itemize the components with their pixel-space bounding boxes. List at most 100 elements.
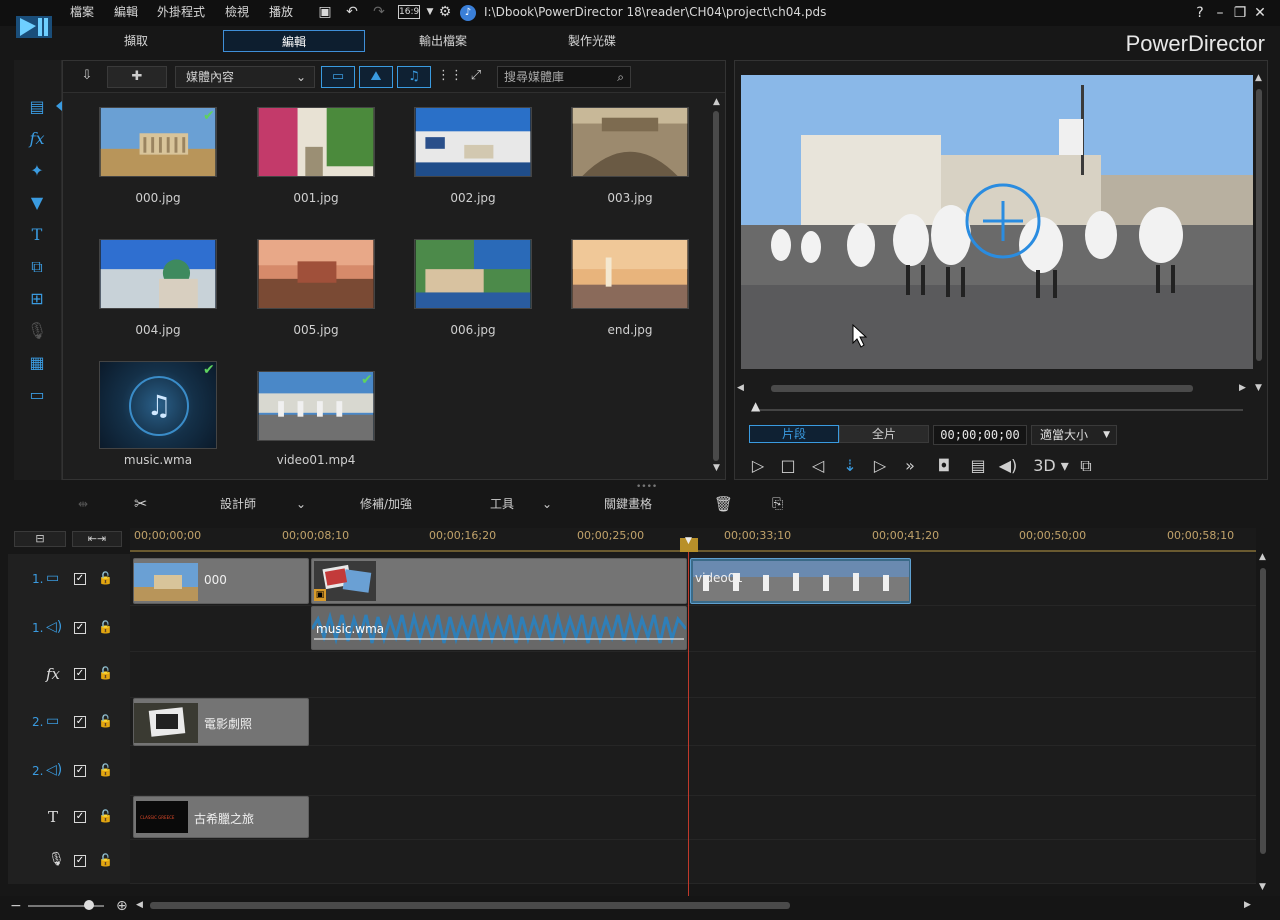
zoom-out-icon[interactable]: − xyxy=(10,898,22,914)
track-enable-checkbox[interactable]: ✓ xyxy=(74,765,86,777)
preview-scroll-left-icon[interactable]: ◀ xyxy=(737,383,744,393)
media-item-005[interactable] xyxy=(257,239,375,312)
stop-icon[interactable]: □ xyxy=(777,455,799,477)
split-scissors-icon[interactable]: ✂ xyxy=(134,495,147,513)
preview-scroll-up-icon[interactable]: ▲ xyxy=(1255,73,1262,83)
preview-scroll-down-icon[interactable]: ▼ xyxy=(1255,383,1262,393)
filter-image-button[interactable]: ⛰ xyxy=(359,66,393,88)
redo-icon[interactable]: ↷ xyxy=(370,3,388,21)
lock-icon[interactable]: 🔓 xyxy=(98,666,113,680)
tab-edit[interactable]: 編輯 xyxy=(223,30,365,52)
clip-title[interactable]: CLASSIC GREECE 古希臘之旅 xyxy=(133,796,309,838)
close-icon[interactable]: ✕ xyxy=(1250,3,1270,23)
lock-icon[interactable]: 🔓 xyxy=(98,763,113,777)
next-frame-icon[interactable]: ▷ xyxy=(869,455,891,477)
timeline-scroll-up-icon[interactable]: ▲ xyxy=(1259,552,1266,562)
zoom-in-icon[interactable]: ⊕ xyxy=(116,898,128,914)
restore-icon[interactable]: ❐ xyxy=(1230,3,1250,23)
media-item-006[interactable] xyxy=(414,239,532,312)
track-enable-checkbox[interactable]: ✓ xyxy=(74,855,86,867)
timeline-scroll-right-icon[interactable]: ▶ xyxy=(1244,900,1251,910)
timeline-vscrollbar[interactable] xyxy=(1260,568,1266,854)
tools-button[interactable]: 工具 ⌄ xyxy=(490,495,552,513)
track-manager-button[interactable]: ⊟ xyxy=(14,531,66,547)
clip-video01[interactable]: video01 xyxy=(690,558,911,604)
trash-icon[interactable]: 🗑 xyxy=(714,495,733,513)
zoom-slider-handle[interactable] xyxy=(84,900,94,910)
undock-icon[interactable]: ⧉ xyxy=(1075,455,1097,477)
media-item-004[interactable] xyxy=(99,239,217,312)
filter-video-button[interactable]: ▭ xyxy=(321,66,355,88)
preview-hscrollbar[interactable] xyxy=(771,385,1193,392)
media-item-music[interactable]: ♫ xyxy=(99,361,217,449)
menu-view[interactable]: 檢視 xyxy=(225,3,249,21)
media-item-end[interactable] xyxy=(571,239,689,312)
preview-scroll-right-icon[interactable]: ▶ xyxy=(1239,383,1246,393)
clip-music[interactable]: music.wma xyxy=(311,606,687,650)
tab-capture[interactable]: 擷取 xyxy=(68,30,204,52)
zoom-fit-dropdown[interactable]: 適當大小 ▼ xyxy=(1031,425,1117,445)
tab-create-disc[interactable]: 製作光碟 xyxy=(524,30,660,52)
menu-edit[interactable]: 編輯 xyxy=(114,3,138,21)
minimize-icon[interactable]: – xyxy=(1210,3,1230,23)
mark-in-icon[interactable]: ⇣ xyxy=(839,455,861,477)
scroll-up-icon[interactable]: ▲ xyxy=(713,97,720,107)
scroll-down-icon[interactable]: ▼ xyxy=(713,463,720,473)
media-item-001[interactable] xyxy=(257,107,375,180)
split-tracks-icon[interactable]: ⇹ xyxy=(78,495,88,513)
clip-mode-button[interactable]: 片段 xyxy=(749,425,839,443)
subtitle-icon[interactable]: ▤ xyxy=(967,455,989,477)
plugin-button[interactable]: ✚ xyxy=(107,66,167,88)
edit-clip-icon[interactable]: ⎘ xyxy=(772,495,783,513)
media-item-003[interactable] xyxy=(571,107,689,180)
timecode-display[interactable]: 00;00;00;00 xyxy=(933,425,1027,445)
media-item-000[interactable] xyxy=(99,107,217,180)
snapshot-icon[interactable]: ◘ xyxy=(933,455,955,477)
library-scrollbar[interactable]: ▲ ▼ xyxy=(711,97,721,475)
resize-icon[interactable]: ⤢ xyxy=(465,66,487,88)
save-icon[interactable]: ▣ xyxy=(316,3,334,21)
lock-icon[interactable]: 🔓 xyxy=(98,571,113,585)
menu-file[interactable]: 檔案 xyxy=(70,3,94,21)
timeline-scroll-down-icon[interactable]: ▼ xyxy=(1259,882,1266,892)
search-icon[interactable]: ⌕ xyxy=(617,67,624,87)
help-icon[interactable]: ? xyxy=(1190,3,1210,23)
movie-mode-button[interactable]: 全片 xyxy=(839,425,929,443)
track-enable-checkbox[interactable]: ✓ xyxy=(74,716,86,728)
tab-produce[interactable]: 輸出檔案 xyxy=(375,30,511,52)
3d-mode-button[interactable]: 3D ▾ xyxy=(1031,455,1071,477)
lock-icon[interactable]: 🔓 xyxy=(98,714,113,728)
voiceover-room-icon[interactable]: 🎙 xyxy=(24,318,50,344)
timeline-scroll-left-icon[interactable]: ◀ xyxy=(136,900,143,910)
track-enable-checkbox[interactable]: ✓ xyxy=(74,811,86,823)
play-icon[interactable]: ▷ xyxy=(747,455,769,477)
view-grid-icon[interactable]: ⋮⋮ xyxy=(437,66,463,88)
fit-timeline-button[interactable]: ⇤⇥ xyxy=(72,531,122,547)
preview-seek-bar[interactable] xyxy=(757,409,1243,411)
transition-room-icon[interactable]: ⧉ xyxy=(24,254,50,280)
media-room-icon[interactable]: ▤ xyxy=(24,94,50,120)
preview-seek-handle[interactable]: ▲ xyxy=(751,399,760,413)
undo-icon[interactable]: ↶ xyxy=(343,3,361,21)
notification-icon[interactable]: ♪ xyxy=(460,5,476,21)
scrollbar-thumb[interactable] xyxy=(713,111,719,461)
fx-room-icon[interactable]: fx xyxy=(24,126,50,152)
chapter-room-icon[interactable]: ▦ xyxy=(24,350,50,376)
import-media-icon[interactable]: ⇩ xyxy=(75,66,99,88)
menu-playback[interactable]: 播放 xyxy=(269,3,293,21)
aspect-ratio-button[interactable]: 16:9 xyxy=(398,5,420,19)
menu-plugins[interactable]: 外掛程式 xyxy=(157,3,205,21)
clip-000[interactable]: 000 xyxy=(133,558,309,604)
pip-room-icon[interactable]: ✦ xyxy=(24,158,50,184)
gear-icon[interactable]: ⚙ xyxy=(436,3,454,21)
fix-enhance-button[interactable]: 修補/加強 xyxy=(360,495,412,513)
track-enable-checkbox[interactable]: ✓ xyxy=(74,622,86,634)
timeline-hscrollbar[interactable] xyxy=(150,902,790,909)
media-item-video01[interactable] xyxy=(257,371,375,444)
media-item-002[interactable] xyxy=(414,107,532,180)
clip-film[interactable]: 電影劇照 xyxy=(133,698,309,746)
subtitle-room-icon[interactable]: ▭ xyxy=(24,382,50,408)
title-room-icon[interactable]: T xyxy=(24,222,50,248)
preview-video[interactable] xyxy=(741,75,1253,369)
lock-icon[interactable]: 🔓 xyxy=(98,853,113,867)
